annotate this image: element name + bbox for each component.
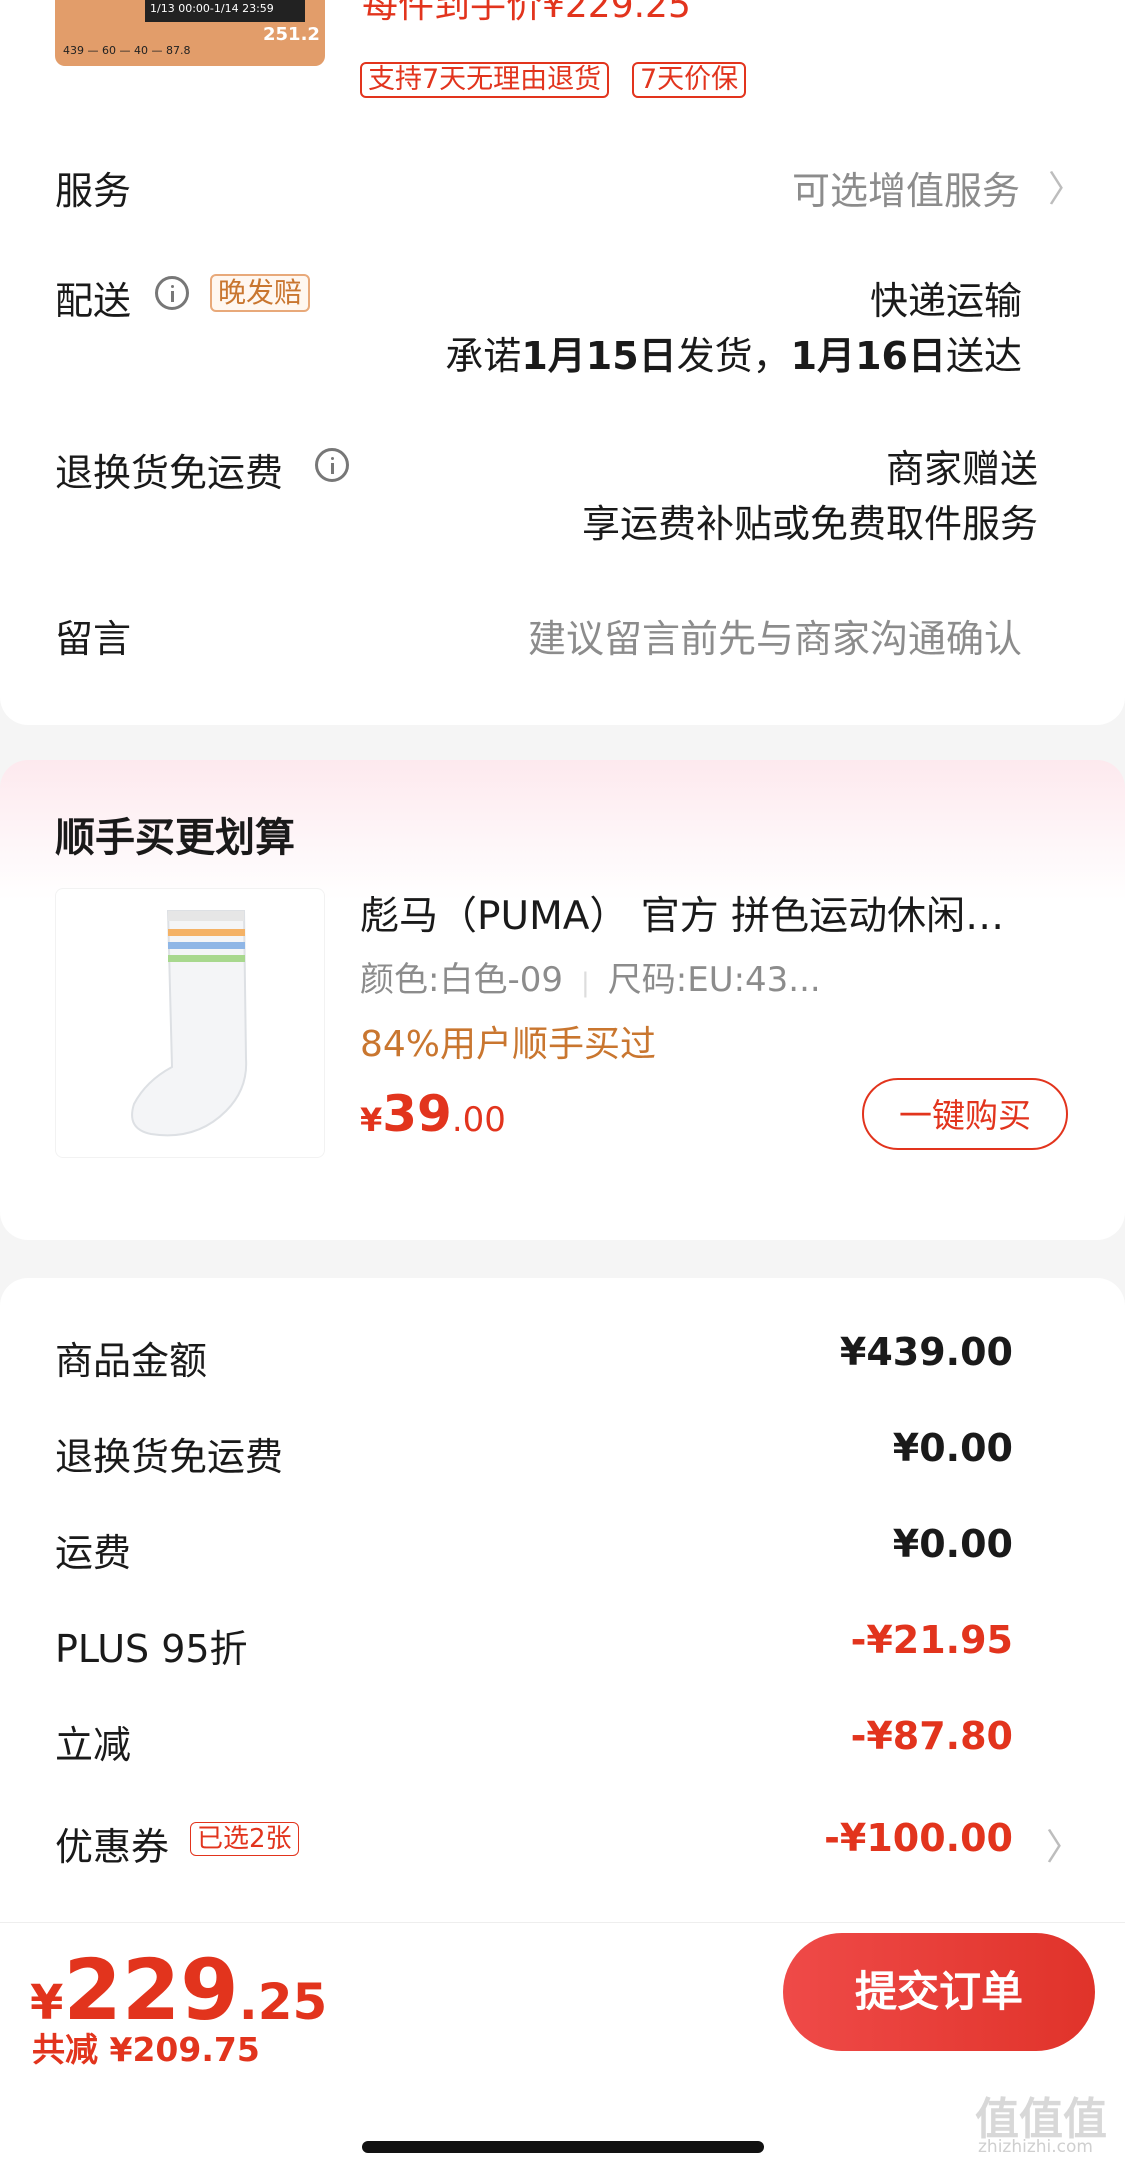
tag-7day-return: 支持7天无理由退货 — [360, 62, 610, 98]
watermark-domain: zhizhizhi.com — [978, 2137, 1093, 2157]
summary-label-shipping: 运费 — [55, 1531, 132, 1575]
thumb-dates: 1/13 00:00-1/14 23:59 — [150, 2, 274, 15]
thumb-price: 251.2 — [263, 24, 320, 45]
upsell-spec: 颜色:白色-09 | 尺码:EU:43... — [360, 960, 821, 1000]
info-icon[interactable] — [155, 276, 189, 310]
service-label: 服务 — [55, 169, 132, 213]
delivery-label: 配送 — [55, 279, 132, 323]
summary-value-goods: ¥439.00 — [839, 1330, 1013, 1374]
upsell-product-image[interactable] — [55, 888, 325, 1158]
upsell-price: ¥39.00 — [360, 1085, 506, 1143]
home-indicator[interactable] — [362, 2141, 764, 2153]
service-value[interactable]: 可选增值服务 — [792, 160, 1020, 215]
upsell-title: 顺手买更划算 — [55, 815, 295, 861]
summary-label-plus: PLUS 95折 — [55, 1627, 248, 1671]
summary-value-return: ¥0.00 — [892, 1426, 1013, 1470]
summary-value-discount: -¥87.80 — [850, 1714, 1013, 1758]
message-input[interactable]: 建议留言前先与商家沟通确认 — [528, 608, 1022, 663]
product-thumbnail[interactable]: 1/13 00:00-1/14 23:59 439 — 60 — 40 — 87… — [55, 0, 325, 66]
submit-order-button[interactable]: 提交订单 — [783, 1933, 1095, 2051]
price-summary-card: 商品金额 ¥439.00 退换货免运费 ¥0.00 运费 ¥0.00 PLUS … — [0, 1278, 1125, 1928]
thumb-nums: 439 — 60 — 40 — 87.8 — [63, 44, 191, 57]
upsell-card: 顺手买更划算 彪马（PUMA） 官方 拼色运动休闲… 颜色:白色-09 | 尺码:E… — [0, 760, 1125, 1240]
summary-label-discount: 立减 — [55, 1723, 132, 1767]
delivery-method: 快递运输 — [869, 279, 1022, 323]
upsell-social-proof: 84%用户顺手买过 — [360, 1024, 657, 1065]
summary-value-plus: -¥21.95 — [850, 1618, 1013, 1662]
return-fee-line2: 享运费补贴或免费取件服务 — [581, 502, 1038, 546]
summary-value-shipping: ¥0.00 — [892, 1522, 1013, 1566]
message-label: 留言 — [55, 617, 132, 661]
total-saved: 共减 ¥209.75 — [32, 2030, 260, 2069]
order-info-card: 1/13 00:00-1/14 23:59 439 — 60 — 40 — 87… — [0, 0, 1125, 725]
chevron-right-icon[interactable]: 〉 — [1048, 160, 1084, 212]
summary-label-coupon: 优惠券 — [55, 1825, 170, 1869]
late-compensation-badge[interactable]: 晚发赔 — [210, 274, 311, 312]
chevron-right-icon[interactable]: 〉 — [1046, 1818, 1082, 1870]
price-line-partial: 每件到手价¥229.25 — [362, 0, 691, 26]
bottom-bar: ¥229.25 共减 ¥209.75 提交订单 值值值 zhizhizhi.co… — [0, 1922, 1125, 2174]
summary-label-return: 退换货免运费 — [55, 1435, 284, 1479]
summary-value-coupon[interactable]: -¥100.00 — [824, 1816, 1013, 1860]
return-fee-label: 退换货免运费 — [55, 451, 284, 495]
tag-price-protect: 7天价保 — [632, 62, 747, 98]
upsell-product-name[interactable]: 彪马（PUMA） 官方 拼色运动休闲… — [360, 885, 1080, 941]
info-icon[interactable] — [315, 448, 349, 482]
summary-label-goods: 商品金额 — [55, 1339, 208, 1383]
one-click-buy-button[interactable]: 一键购买 — [862, 1078, 1068, 1150]
delivery-promise: 承诺1月15日发货，1月16日送达 — [445, 334, 1022, 378]
coupon-selected-badge[interactable]: 已选2张 — [190, 1822, 299, 1856]
sock-image — [131, 910, 248, 1137]
return-fee-line1: 商家赠送 — [885, 447, 1038, 491]
